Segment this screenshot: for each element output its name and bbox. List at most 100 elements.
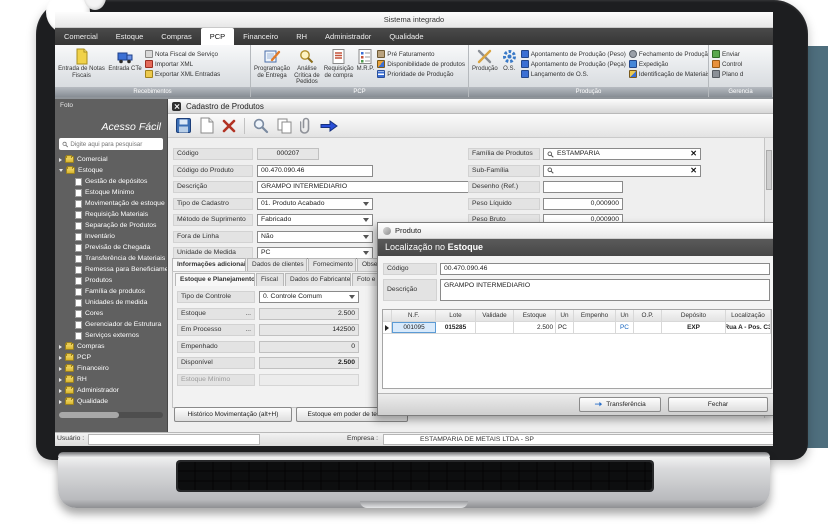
cell-localizacao[interactable]: Rua A - Pos. C3 [726, 322, 771, 333]
requisicao-compra-button[interactable]: Requisição de compra [324, 47, 354, 79]
sidebar-search[interactable] [59, 138, 163, 150]
peso-liquido-input[interactable]: 0,000900 [543, 197, 623, 210]
menu-tab-financeiro[interactable]: Financeiro [234, 28, 287, 45]
entrada-notas-fiscais-button[interactable]: Entrada de Notas Fiscais [58, 47, 105, 79]
tab-fornecimento[interactable]: Fornecimento [308, 258, 356, 271]
col-lote[interactable]: Lote [436, 310, 476, 321]
forward-arrow-icon[interactable] [319, 119, 339, 133]
tree-item-rh[interactable]: RH [55, 374, 167, 385]
disponibilidade-button[interactable]: Disponibilidade de produtos [377, 60, 465, 68]
tree-item-comercial[interactable]: Comercial [55, 154, 167, 165]
cell-un2[interactable]: PC [616, 322, 634, 333]
lancamento-os-button[interactable]: Lançamento de O.S. [520, 70, 626, 78]
grid-data-row[interactable]: 001095 015285 2.500 PC PC EXP Rua A - Po… [383, 322, 771, 334]
search-input[interactable] [70, 140, 160, 148]
importar-xml-button[interactable]: Importar XML [145, 60, 220, 68]
ellipsis-button[interactable]: ... [245, 309, 251, 319]
menu-tab-estoque[interactable]: Estoque [107, 28, 153, 45]
close-icon[interactable] [172, 101, 181, 111]
sub-familia-input[interactable]: ✕ [543, 164, 701, 177]
tree-item-previsao[interactable]: Previsão de Chegada [55, 242, 167, 253]
analise-critica-button[interactable]: Análise Crítica de Pedidos [293, 47, 321, 86]
historico-movimentacao-button[interactable]: Histórico Movimentação (alt+H) [174, 407, 292, 422]
tipo-cadastro-select[interactable]: 01. Produto Acabado [257, 197, 373, 210]
prioridade-button[interactable]: Prioridade de Produção [377, 70, 465, 78]
delete-icon[interactable] [221, 118, 237, 134]
tree-item-transferencia[interactable]: Transferência de Materiais [55, 253, 167, 264]
tab-dados-fabricante[interactable]: Dados do Fabricante [285, 273, 351, 286]
tree-item-pcp[interactable]: PCP [55, 352, 167, 363]
menu-tab-comercial[interactable]: Comercial [55, 28, 107, 45]
cell-op[interactable] [634, 322, 662, 333]
menu-tab-pcp[interactable]: PCP [200, 28, 235, 45]
cell-nf[interactable]: 001095 [392, 322, 436, 333]
copy-icon[interactable] [276, 117, 293, 134]
fechar-button[interactable]: Fechar [668, 397, 768, 412]
sidebar-hscrollbar[interactable] [59, 412, 163, 418]
nota-fiscal-servico-button[interactable]: Nota Fiscal de Serviço [145, 50, 220, 58]
apontamento-peca-button[interactable]: Apontamento de Produção (Peça) [520, 60, 626, 68]
exportar-xml-button[interactable]: Exportar XML Entradas [145, 70, 220, 78]
programacao-entrega-button[interactable]: Programação de Entrega [254, 47, 290, 79]
popup-codigo-input[interactable]: 00.470.090.46 [440, 263, 770, 275]
tree-item-produtos[interactable]: Produtos [55, 275, 167, 286]
menu-tab-qualidade[interactable]: Qualidade [380, 28, 432, 45]
scrollbar-thumb[interactable] [59, 412, 120, 418]
transferencia-button[interactable]: Transferência [579, 397, 661, 412]
col-op[interactable]: O.P. [634, 310, 662, 321]
tree-item-gerenciador[interactable]: Gerenciador de Estrutura [55, 319, 167, 330]
menu-tab-rh[interactable]: RH [287, 28, 316, 45]
search-icon[interactable] [547, 167, 554, 174]
apontamento-peso-button[interactable]: Apontamento de Produção (Peso) [520, 50, 626, 58]
entrada-cte-button[interactable]: Entrada CTe [108, 47, 142, 73]
new-document-icon[interactable] [199, 117, 214, 134]
col-un[interactable]: Un [556, 310, 574, 321]
metodo-suprimento-select[interactable]: Fabricado [257, 214, 373, 226]
desenho-input[interactable] [543, 181, 623, 193]
tree-item-qualidade[interactable]: Qualidade [55, 396, 167, 407]
cell-empenho[interactable] [574, 322, 616, 333]
descricao-input[interactable]: GRAMPO INTERMEDIARIO [257, 181, 483, 193]
tree-item-gestao-depositos[interactable]: Gestão de depósitos [55, 176, 167, 187]
tab-informacoes-adicionais[interactable]: Informações adicionais [172, 258, 246, 271]
familia-input[interactable]: ESTAMPARIA ✕ [543, 148, 701, 160]
col-un2[interactable]: Un [616, 310, 634, 321]
fechamento-producao-button[interactable]: Fechamento de Produção [628, 50, 708, 58]
tree-item-cores[interactable]: Cores [55, 308, 167, 319]
col-estoque[interactable]: Estoque [514, 310, 556, 321]
tab-estoque-planejamento[interactable]: Estoque e Planejamento [175, 273, 255, 286]
tree-item-compras[interactable]: Compras [55, 341, 167, 352]
ellipsis-button[interactable]: ... [245, 325, 251, 335]
identificacao-materiais-button[interactable]: Identificação de Materiais [628, 70, 708, 78]
pre-faturamento-button[interactable]: Pré Faturamento [377, 50, 465, 58]
codigo-produto-input[interactable]: 00.470.090.46 [257, 164, 373, 177]
col-localizacao[interactable]: Localização [726, 310, 771, 321]
os-button[interactable]: O.S. [501, 47, 518, 73]
col-nf[interactable]: N.F. [392, 310, 436, 321]
search-icon[interactable] [252, 117, 269, 134]
tree-item-servicos[interactable]: Serviços externos [55, 330, 167, 341]
clear-icon[interactable]: ✕ [690, 150, 697, 158]
tree-item-financeiro[interactable]: Financeiro [55, 363, 167, 374]
tree-item-familia[interactable]: Família de produtos [55, 286, 167, 297]
plano-button[interactable]: Plano d [712, 70, 743, 78]
expedicao-button[interactable]: Expedição [628, 60, 708, 68]
menu-tab-compras[interactable]: Compras [152, 28, 200, 45]
tree-item-requisicao[interactable]: Requisição Materiais [55, 209, 167, 220]
producao-button[interactable]: Produção [472, 47, 498, 73]
cell-lote[interactable]: 015285 [436, 322, 476, 333]
cell-validade[interactable] [476, 322, 514, 333]
cell-deposito[interactable]: EXP [662, 322, 726, 333]
col-deposito[interactable]: Depósito [662, 310, 726, 321]
col-validade[interactable]: Validade [476, 310, 514, 321]
enviar-button[interactable]: Enviar [712, 50, 743, 58]
fora-linha-select[interactable]: Não [257, 230, 373, 243]
scrollbar-thumb[interactable] [766, 150, 772, 190]
controle-button[interactable]: Control [712, 60, 743, 68]
tree-item-estoque[interactable]: Estoque [55, 165, 167, 176]
tree-item-inventario[interactable]: Inventário [55, 231, 167, 242]
cell-estoque[interactable]: 2.500 [514, 322, 556, 333]
clear-icon[interactable]: ✕ [690, 166, 697, 175]
popup-descricao-input[interactable]: GRAMPO INTERMEDIARIO [440, 279, 770, 301]
tree-item-separacao[interactable]: Separação de Produtos [55, 220, 167, 231]
